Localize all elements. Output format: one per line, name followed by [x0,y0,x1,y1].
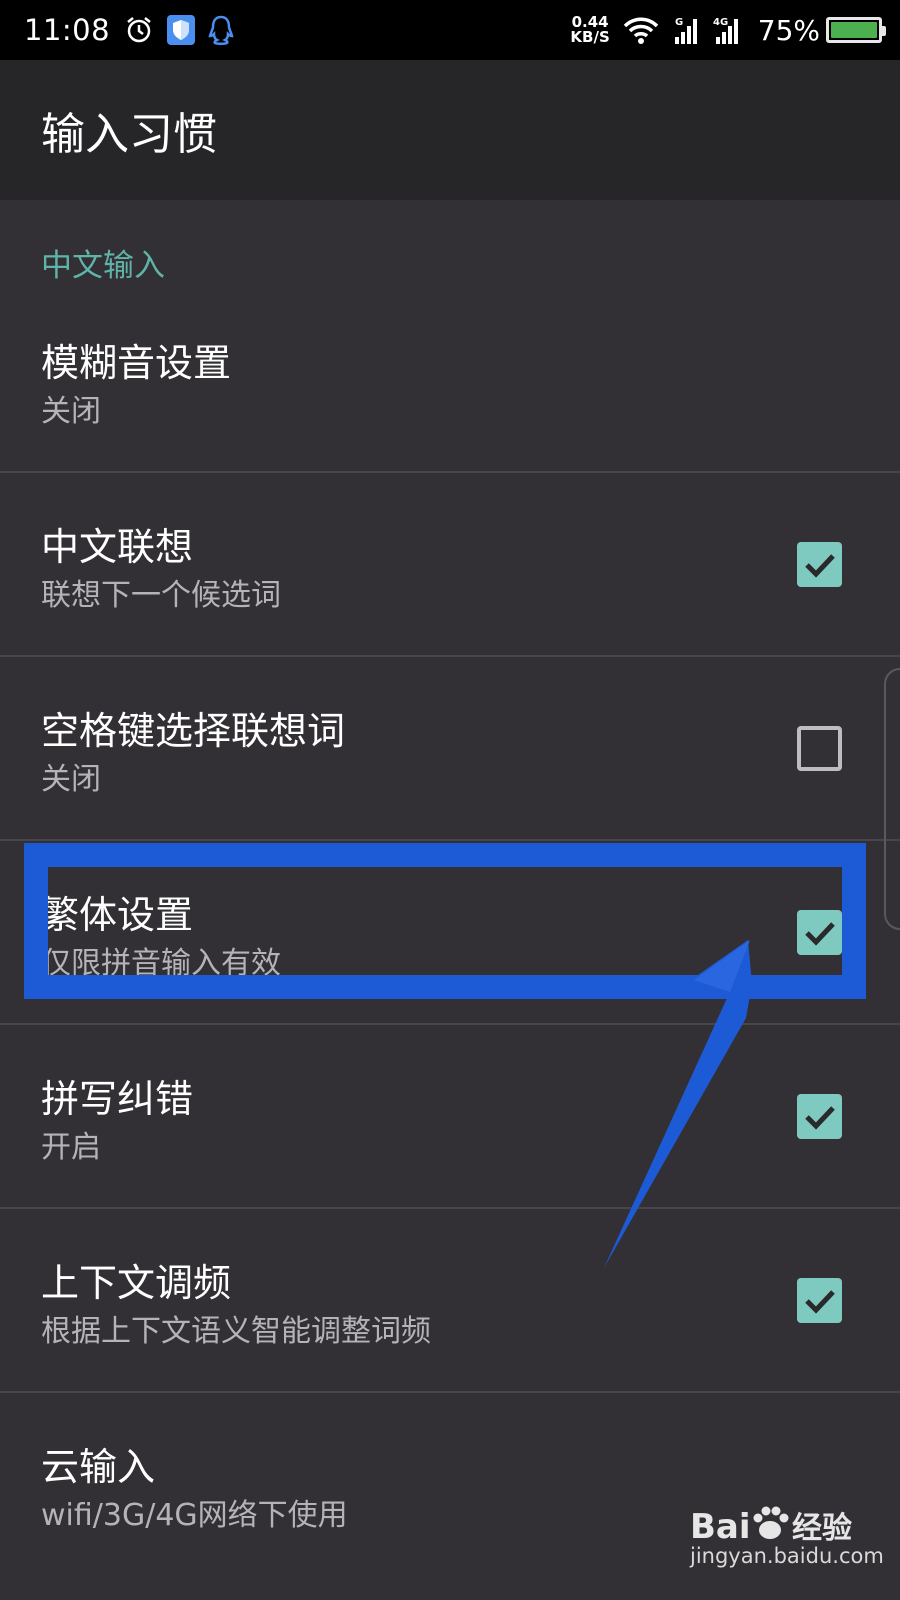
svg-text:Bai: Bai [690,1507,751,1547]
setting-row-space-select-association[interactable]: 空格键选择联想词 关闭 [0,658,900,841]
signal-4g-icon: 4G [712,15,742,45]
checkbox-space-select-association[interactable] [797,726,842,771]
setting-title: 拼写纠错 [41,1077,194,1121]
check-icon [805,1106,835,1130]
svg-text:4G: 4G [713,17,728,28]
checkbox-spell-correction[interactable] [797,1094,842,1139]
setting-title: 空格键选择联想词 [41,709,346,753]
setting-title: 中文联想 [41,525,194,569]
check-icon [805,1290,835,1314]
status-time: 11:08 [24,13,111,47]
setting-subtitle: 关闭 [41,394,101,429]
battery-icon [826,17,886,43]
setting-title: 上下文调频 [41,1261,232,1305]
setting-subtitle: 开启 [41,1130,101,1165]
setting-title: 模糊音设置 [41,341,232,385]
setting-subtitle: 联想下一个候选词 [41,578,281,613]
app-bar: 输入习惯 [0,60,900,200]
status-right-group: 0.44 KB/S G 4G 75% [570,13,886,47]
setting-row-chinese-association[interactable]: 中文联想 联想下一个候选词 [0,474,900,657]
alarm-icon [124,15,154,45]
shield-icon [166,14,196,46]
battery-percent: 75% [757,13,820,47]
section-header-chinese-input: 中文输入 [41,248,165,284]
watermark-url: jingyan.baidu.com [690,1544,884,1568]
edge-handle[interactable] [884,668,900,930]
checkbox-chinese-association[interactable] [797,542,842,587]
setting-row-context-frequency[interactable]: 上下文调频 根据上下文语义智能调整词频 [0,1210,900,1393]
check-icon [805,922,835,946]
setting-subtitle: wifi/3G/4G网络下使用 [41,1498,348,1533]
check-icon [805,554,835,578]
baidu-paw-logo-icon: Bai 经验 [690,1506,852,1547]
signal-g-icon: G [672,15,700,45]
status-bar: 11:08 0.44 KB/S G 4G 75% [0,0,900,60]
setting-title: 繁体设置 [41,893,194,937]
net-speed-unit: KB/S [570,28,610,46]
qq-penguin-icon [208,15,234,45]
page-title: 输入习惯 [41,109,217,160]
wifi-icon [622,15,660,45]
screen: 11:08 0.44 KB/S G 4G 75% 输入习惯 中文输入 模糊音设置… [0,0,900,1600]
svg-text:G: G [675,17,683,28]
setting-subtitle: 仅限拼音输入有效 [41,946,281,981]
network-speed: 0.44 KB/S [570,15,609,45]
checkbox-traditional-chinese[interactable] [797,910,842,955]
setting-title: 云输入 [41,1445,156,1489]
setting-subtitle: 根据上下文语义智能调整词频 [41,1314,431,1349]
setting-subtitle: 关闭 [41,762,101,797]
baidu-jingyan-watermark: Bai 经验 jingyan.baidu.com [690,1500,890,1590]
setting-row-spell-correction[interactable]: 拼写纠错 开启 [0,1026,900,1209]
setting-row-fuzzy-pinyin[interactable]: 模糊音设置 关闭 [0,290,900,473]
setting-row-traditional-chinese[interactable]: 繁体设置 仅限拼音输入有效 [0,842,900,1025]
svg-text:经验: 经验 [792,1511,852,1546]
checkbox-context-frequency[interactable] [797,1278,842,1323]
